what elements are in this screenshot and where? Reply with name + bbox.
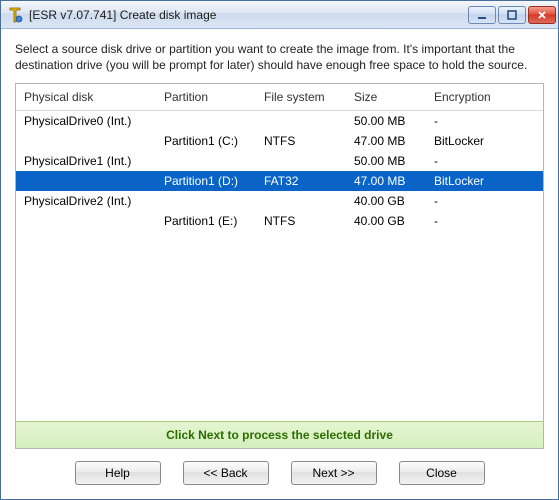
drive-table: Physical disk Partition File system Size…	[16, 84, 543, 231]
cell-partition: Partition1 (D:)	[156, 171, 256, 191]
cell-encryption: -	[426, 191, 543, 211]
next-button[interactable]: Next >>	[291, 461, 377, 485]
cell-physical: PhysicalDrive1 (Int.)	[16, 151, 156, 171]
table-row[interactable]: PhysicalDrive2 (Int.) 40.00 GB-	[16, 191, 543, 211]
cell-encryption: BitLocker	[426, 131, 543, 151]
close-button-footer[interactable]: Close	[399, 461, 485, 485]
cell-encryption: -	[426, 211, 543, 231]
table-header-row: Physical disk Partition File system Size…	[16, 84, 543, 111]
close-button[interactable]	[528, 6, 556, 24]
table-row[interactable]: Partition1 (D:)FAT3247.00 MBBitLocker	[16, 171, 543, 191]
cell-size: 47.00 MB	[346, 131, 426, 151]
col-header-physical[interactable]: Physical disk	[16, 84, 156, 111]
cell-encryption: -	[426, 151, 543, 171]
cell-filesystem	[256, 111, 346, 132]
maximize-button[interactable]	[498, 6, 526, 24]
cell-partition: Partition1 (E:)	[156, 211, 256, 231]
cell-filesystem: FAT32	[256, 171, 346, 191]
table-row[interactable]: Partition1 (C:)NTFS47.00 MBBitLocker	[16, 131, 543, 151]
col-header-size[interactable]: Size	[346, 84, 426, 111]
back-button[interactable]: << Back	[183, 461, 269, 485]
cell-size: 40.00 GB	[346, 211, 426, 231]
col-header-filesystem[interactable]: File system	[256, 84, 346, 111]
window-controls	[468, 6, 556, 24]
col-header-encryption[interactable]: Encryption	[426, 84, 543, 111]
cell-physical	[16, 131, 156, 151]
cell-physical	[16, 171, 156, 191]
cell-size: 50.00 MB	[346, 111, 426, 132]
cell-filesystem: NTFS	[256, 131, 346, 151]
cell-partition	[156, 191, 256, 211]
cell-filesystem	[256, 151, 346, 171]
button-row: Help << Back Next >> Close	[15, 449, 544, 489]
cell-physical: PhysicalDrive2 (Int.)	[16, 191, 156, 211]
col-header-partition[interactable]: Partition	[156, 84, 256, 111]
hint-bar: Click Next to process the selected drive	[16, 421, 543, 448]
cell-filesystem	[256, 191, 346, 211]
drive-table-scroll[interactable]: Physical disk Partition File system Size…	[16, 84, 543, 421]
table-row[interactable]: Partition1 (E:)NTFS40.00 GB-	[16, 211, 543, 231]
cell-physical	[16, 211, 156, 231]
table-row[interactable]: PhysicalDrive0 (Int.) 50.00 MB-	[16, 111, 543, 132]
cell-size: 50.00 MB	[346, 151, 426, 171]
table-row[interactable]: PhysicalDrive1 (Int.) 50.00 MB-	[16, 151, 543, 171]
app-icon	[7, 7, 23, 23]
titlebar[interactable]: [ESR v7.07.741] Create disk image	[1, 1, 558, 29]
client-area: Select a source disk drive or partition …	[1, 29, 558, 499]
cell-partition	[156, 111, 256, 132]
help-button[interactable]: Help	[75, 461, 161, 485]
window-title: [ESR v7.07.741] Create disk image	[29, 8, 460, 22]
cell-filesystem: NTFS	[256, 211, 346, 231]
cell-size: 47.00 MB	[346, 171, 426, 191]
cell-encryption: BitLocker	[426, 171, 543, 191]
cell-physical: PhysicalDrive0 (Int.)	[16, 111, 156, 132]
cell-partition	[156, 151, 256, 171]
cell-size: 40.00 GB	[346, 191, 426, 211]
minimize-button[interactable]	[468, 6, 496, 24]
window-frame: [ESR v7.07.741] Create disk image Select…	[0, 0, 559, 500]
cell-partition: Partition1 (C:)	[156, 131, 256, 151]
drive-table-frame: Physical disk Partition File system Size…	[15, 83, 544, 449]
cell-encryption: -	[426, 111, 543, 132]
instruction-text: Select a source disk drive or partition …	[15, 41, 544, 73]
